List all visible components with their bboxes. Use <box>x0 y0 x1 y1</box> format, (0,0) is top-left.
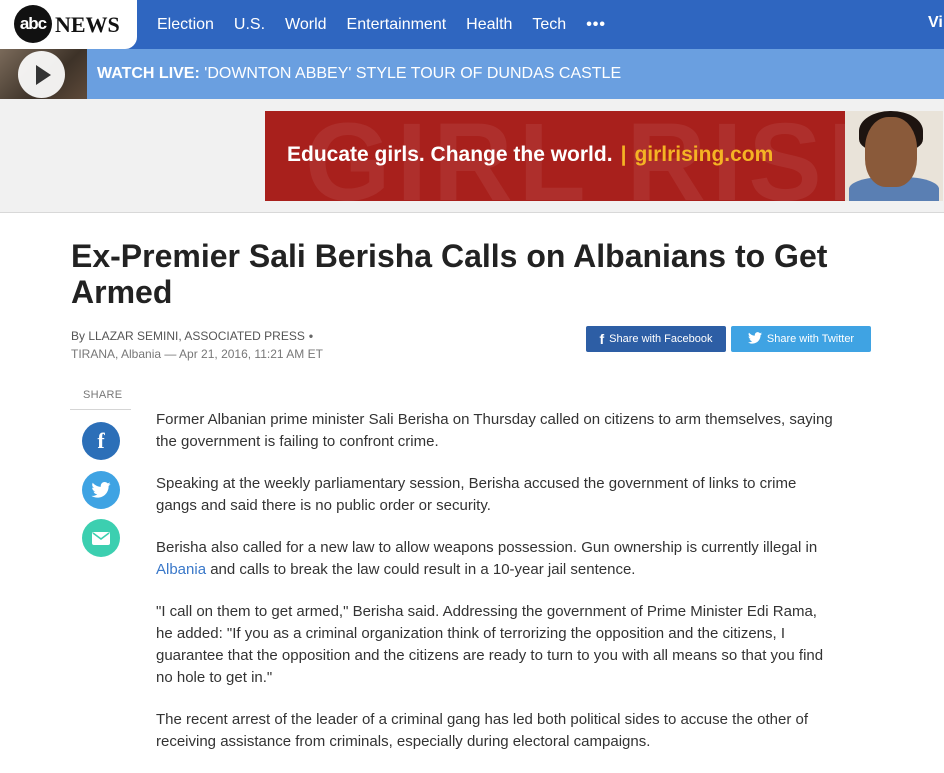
share-facebook-label: Share with Facebook <box>609 333 713 345</box>
article-paragraph: Former Albanian prime minister Sali Beri… <box>156 411 833 450</box>
share-twitter-button[interactable]: Share with Twitter <box>731 326 871 352</box>
ad-girl-photo <box>845 111 943 201</box>
share-label: SHARE <box>83 389 123 401</box>
article-paragraph: Berisha also called for a new law to all… <box>156 537 836 581</box>
ad-separator: | <box>620 143 627 166</box>
top-nav: abc NEWS Election U.S. World Entertainme… <box>0 0 944 49</box>
live-title: 'DOWNTON ABBEY' STYLE TOUR OF DUNDAS CAS… <box>204 65 622 82</box>
article-paragraph: "I call on them to get armed," Berisha s… <box>156 603 824 686</box>
play-icon[interactable] <box>18 51 65 98</box>
watch-live-bar[interactable]: WATCH LIVE: 'DOWNTON ABBEY' STYLE TOUR O… <box>0 49 944 99</box>
nav-item-election[interactable]: Election <box>157 16 214 34</box>
byline-separator: • <box>308 329 314 343</box>
article-body: Former Albanian prime minister Sali Beri… <box>156 409 836 773</box>
twitter-icon <box>747 331 762 347</box>
paragraph-text: Berisha also called for a new law to all… <box>156 539 818 556</box>
share-divider <box>70 409 131 410</box>
byline-author: By LLAZAR SEMINI, ASSOCIATED PRESS <box>71 329 305 343</box>
ad-band: GIRL RISING Educate girls. Change the wo… <box>0 99 944 213</box>
dateline: TIRANA, Albania — Apr 21, 2016, 11:21 AM… <box>71 347 323 361</box>
article-headline: Ex-Premier Sali Berisha Calls on Albania… <box>71 238 828 310</box>
share-twitter-label: Share with Twitter <box>766 333 855 345</box>
girl-rising-ad[interactable]: GIRL RISING Educate girls. Change the wo… <box>265 111 943 201</box>
nav-item-health[interactable]: Health <box>466 16 512 34</box>
twitter-share-circle-icon[interactable] <box>82 471 120 509</box>
ad-url: girlrising.com <box>634 143 774 166</box>
article-paragraph: The recent arrest of the leader of a cri… <box>156 711 809 750</box>
article-paragraph: Speaking at the weekly parliamentary ses… <box>156 475 797 514</box>
live-headline[interactable]: WATCH LIVE: 'DOWNTON ABBEY' STYLE TOUR O… <box>97 65 621 83</box>
facebook-icon: f <box>599 331 605 347</box>
ad-photo-face <box>865 117 917 187</box>
ad-text: Educate girls. Change the world. | girlris… <box>287 143 773 167</box>
email-share-circle-icon[interactable] <box>82 519 120 557</box>
nav-item-us[interactable]: U.S. <box>234 16 265 34</box>
abc-news-logo[interactable]: abc NEWS <box>0 0 137 49</box>
facebook-share-circle-icon[interactable]: f <box>82 422 120 460</box>
albania-link[interactable]: Albania <box>156 561 206 578</box>
nav-item-entertainment[interactable]: Entertainment <box>347 16 447 34</box>
nav-menu: Election U.S. World Entertainment Health… <box>157 0 606 49</box>
nav-item-tech[interactable]: Tech <box>532 16 566 34</box>
share-facebook-button[interactable]: f Share with Facebook <box>586 326 726 352</box>
more-menu-icon[interactable]: ••• <box>586 16 606 34</box>
watch-live-label: WATCH LIVE: <box>97 65 200 82</box>
news-logo-word: NEWS <box>55 12 120 37</box>
nav-item-world[interactable]: World <box>285 16 327 34</box>
paragraph-text: and calls to break the law could result … <box>206 561 636 578</box>
byline: By LLAZAR SEMINI, ASSOCIATED PRESS • <box>71 329 313 343</box>
live-thumbnail[interactable] <box>0 49 87 99</box>
ad-tagline: Educate girls. Change the world. <box>287 143 613 166</box>
abc-logo-mark: abc <box>14 5 52 43</box>
nav-item-video[interactable]: Vi <box>928 14 943 32</box>
